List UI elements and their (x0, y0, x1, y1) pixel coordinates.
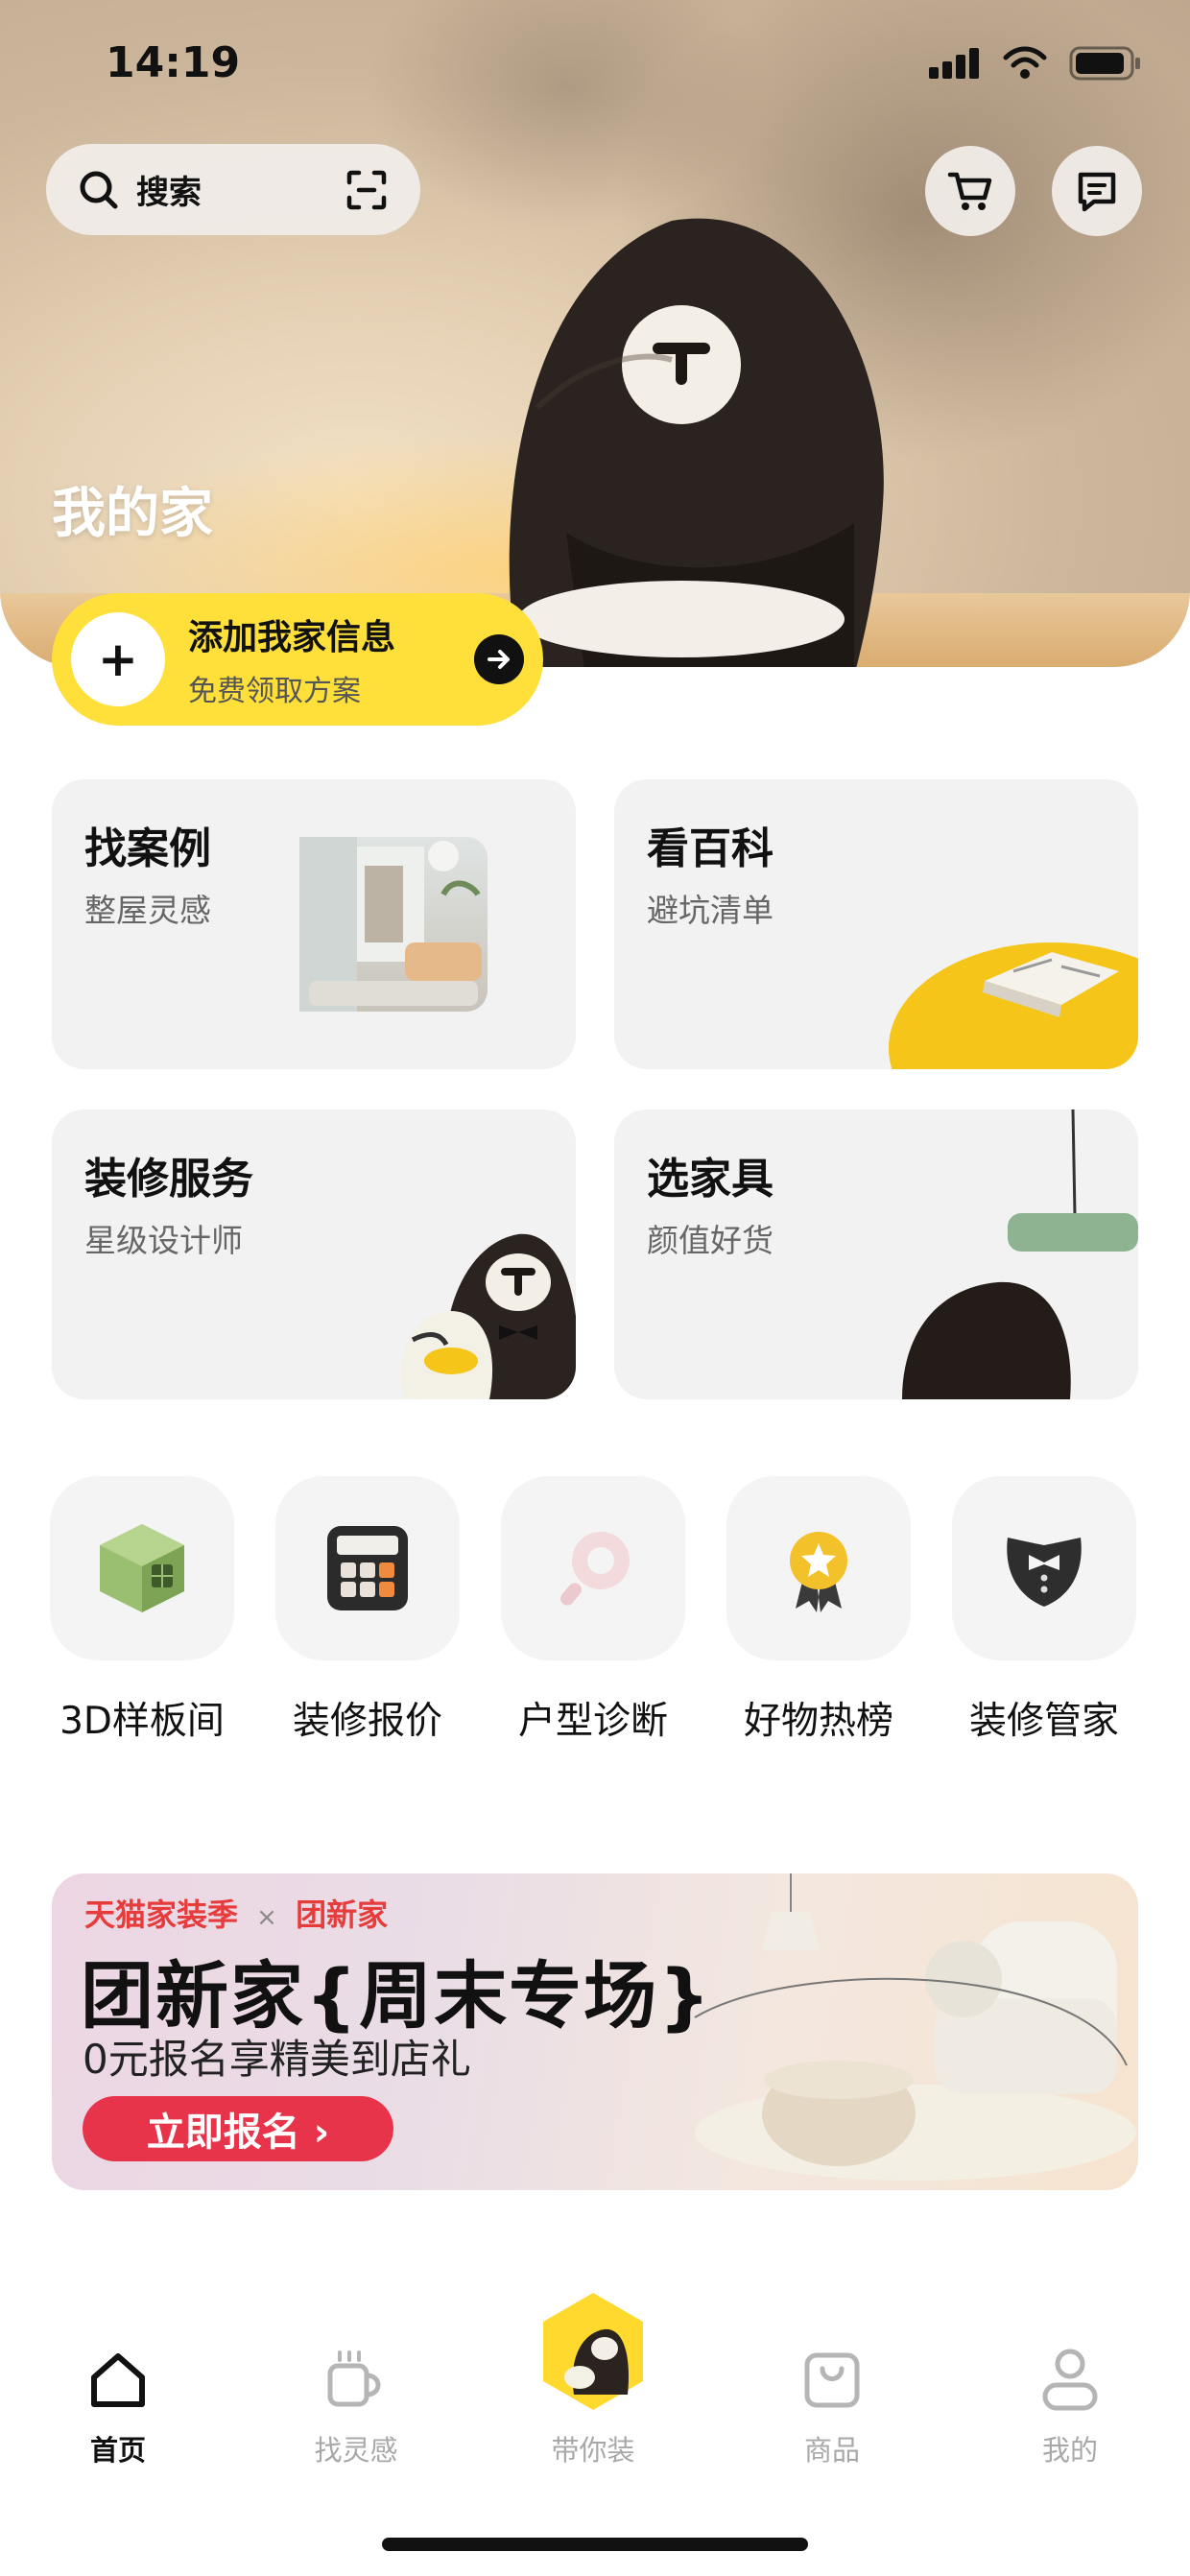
card-find-cases[interactable]: 找案例 整屋灵感 (52, 779, 576, 1069)
card-title: 找案例 (84, 824, 211, 873)
page-title: 我的家 (52, 483, 213, 545)
status-time: 14:19 (106, 38, 241, 87)
shortcut-hot-products[interactable] (726, 1476, 911, 1660)
scan-icon[interactable] (345, 169, 388, 211)
calculator-icon (327, 1526, 408, 1610)
tab-guide-me[interactable]: 带你装 (516, 2284, 670, 2469)
plus-icon: + (71, 612, 165, 706)
message-button[interactable] (1052, 146, 1142, 236)
shortcut-label: 装修管家 (968, 1700, 1119, 1743)
profile-icon (1042, 2349, 1098, 2411)
banner-subline: 0元报名享精美到店礼 (83, 2036, 471, 2083)
status-icons (929, 46, 1142, 81)
shortcut-label: 装修报价 (292, 1700, 442, 1743)
banner-brand-left: 天猫家装季 (84, 1896, 239, 1933)
message-icon (1078, 172, 1116, 212)
arrow-right-icon (474, 634, 524, 684)
card-title: 选家具 (647, 1155, 774, 1204)
bag-icon (804, 2352, 860, 2408)
signal-icon (929, 48, 979, 79)
tab-label: 找灵感 (314, 2434, 398, 2467)
penguin-mascot-illustration (509, 218, 884, 667)
card-subtitle: 整屋灵感 (84, 892, 211, 929)
search-bar[interactable]: 搜索 (46, 144, 420, 235)
shortcut-renovation-quote[interactable] (275, 1476, 460, 1660)
shortcut-butler[interactable] (952, 1476, 1136, 1660)
tab-label: 我的 (1041, 2434, 1098, 2467)
tab-profile[interactable]: 我的 (993, 2342, 1147, 2469)
tab-label: 商品 (803, 2434, 860, 2467)
promo-banner[interactable]: 天猫家装季 × 团新家 团新家{周末专场} 0元报名享精美到店礼 立即报名 › (52, 1873, 1138, 2190)
wifi-icon (1003, 46, 1047, 79)
search-label: 搜索 (136, 174, 202, 212)
cup-icon (327, 2350, 381, 2407)
card-subtitle: 星级设计师 (84, 1222, 243, 1259)
tuxedo-icon (1007, 1538, 1082, 1607)
shortcut-label: 好物热榜 (743, 1700, 893, 1743)
banner-brand: 天猫家装季 × 团新家 (84, 1891, 388, 1935)
battery-icon (1069, 46, 1140, 81)
banner-brand-right: 团新家 (296, 1896, 389, 1933)
shortcut-label: 户型诊断 (517, 1700, 668, 1743)
tab-inspiration[interactable]: 找灵感 (279, 2342, 433, 2469)
card-title: 看百科 (647, 824, 774, 873)
tab-home[interactable]: 首页 (41, 2342, 195, 2469)
add-home-info-title: 添加我家信息 (188, 618, 396, 657)
star-medal-icon (790, 1532, 847, 1612)
cart-button[interactable] (925, 146, 1015, 236)
card-title: 装修服务 (84, 1155, 253, 1204)
armchair-illustration (694, 1873, 1136, 2181)
banner-brand-separator: × (256, 1903, 277, 1932)
hero-banner (0, 0, 1190, 667)
card-encyclopedia[interactable]: 看百科 避坑清单 (614, 779, 1138, 1069)
shortcut-floorplan-diagnosis[interactable] (501, 1476, 685, 1660)
3d-cube-icon (100, 1524, 184, 1612)
card-choose-furniture[interactable]: 选家具 颜值好货 (614, 1109, 1138, 1399)
home-indicator[interactable] (382, 2538, 808, 2551)
card-subtitle: 颜值好货 (647, 1222, 774, 1259)
living-room-photo (299, 837, 488, 1012)
tab-label: 带你装 (551, 2434, 635, 2467)
shortcut-3d-showroom[interactable] (50, 1476, 234, 1660)
magnifier-icon (560, 1532, 630, 1606)
pendant-lamp-illustration (902, 1109, 1138, 1399)
tab-label: 首页 (89, 2434, 146, 2467)
add-home-info-subtitle: 免费领取方案 (188, 675, 361, 708)
cart-icon (947, 172, 992, 210)
mascot-hexagon-icon (543, 2293, 643, 2410)
search-icon (80, 171, 118, 208)
signup-button[interactable]: 立即报名 › (83, 2096, 393, 2161)
book-pillow-illustration (889, 942, 1138, 1069)
card-subtitle: 避坑清单 (647, 892, 774, 929)
add-home-info-button[interactable]: + 添加我家信息 免费领取方案 (52, 593, 543, 726)
tab-products[interactable]: 商品 (755, 2342, 909, 2469)
shortcut-label: 3D样板间 (60, 1700, 225, 1743)
card-renovation-service[interactable]: 装修服务 星级设计师 (52, 1109, 576, 1399)
mascot-duo-illustration (401, 1233, 576, 1399)
home-icon (91, 2353, 145, 2407)
